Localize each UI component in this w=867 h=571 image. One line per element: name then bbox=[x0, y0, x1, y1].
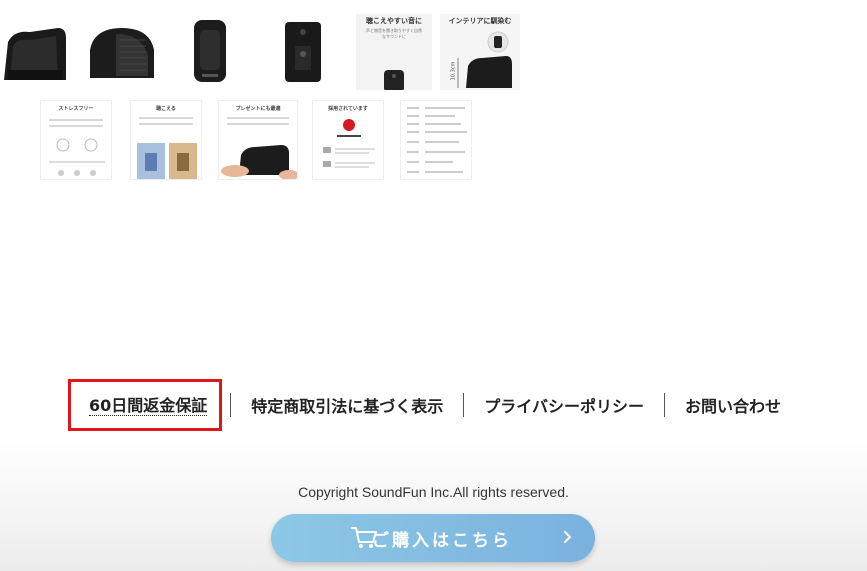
text-line bbox=[49, 125, 103, 127]
product-gallery-row-2: ストレスフリー 聴こえる プレゼントにも最適 採用されています bbox=[40, 100, 480, 182]
feature-thumbnail-hearing[interactable]: 聴こえやすい音に 声と物音を聞き取りやすく自然なサウンドに bbox=[356, 14, 432, 90]
feature-card-stress-free[interactable]: ストレスフリー bbox=[40, 100, 112, 180]
page: 聴こえやすい音に 声と物音を聞き取りやすく自然なサウンドに インテリアに馴染む … bbox=[0, 0, 867, 571]
feature-card-gift[interactable]: プレゼントにも最適 bbox=[218, 100, 298, 180]
footer-nav: 60日間返金保証 特定商取引法に基づく表示 プライバシーポリシー お問い合わせ bbox=[68, 379, 800, 431]
card-title: 採用されています bbox=[328, 106, 368, 112]
copyright-text: Copyright SoundFun Inc.All rights reserv… bbox=[298, 484, 569, 500]
nav-link-privacy-policy[interactable]: プライバシーポリシー bbox=[484, 393, 644, 417]
nav-divider bbox=[463, 393, 465, 417]
cart-icon bbox=[351, 526, 377, 555]
text-line bbox=[49, 119, 103, 121]
size-label: 10.3cm bbox=[450, 61, 457, 81]
product-thumbnail-2[interactable] bbox=[86, 20, 158, 82]
text-line bbox=[227, 117, 289, 119]
feature-card-adopted[interactable]: 採用されています bbox=[312, 100, 384, 180]
nav-link-label: 60日間返金保証 bbox=[89, 396, 208, 416]
card-title: ストレスフリー bbox=[58, 106, 94, 112]
text-line bbox=[139, 117, 193, 119]
feature-card-audible[interactable]: 聴こえる bbox=[130, 100, 202, 180]
product-thumbnail-3[interactable] bbox=[190, 14, 230, 86]
card-title: プレゼントにも最適 bbox=[235, 106, 281, 112]
nav-divider bbox=[663, 393, 665, 417]
purchase-button[interactable]: ご購入はこちら bbox=[271, 514, 595, 562]
nav-link-contact[interactable]: お問い合わせ bbox=[685, 393, 781, 417]
text-line bbox=[139, 123, 193, 125]
product-thumbnail-4[interactable] bbox=[282, 14, 324, 86]
text-line bbox=[227, 123, 289, 125]
product-thumbnail-1[interactable] bbox=[0, 14, 70, 86]
nav-divider bbox=[230, 393, 232, 417]
product-gallery-row-1: 聴こえやすい音に 声と物音を聞き取りやすく自然なサウンドに インテリアに馴染む … bbox=[0, 0, 520, 92]
card-title: 聴こえる bbox=[156, 106, 176, 112]
feature-thumbnail-interior[interactable]: インテリアに馴染む 10.3cm bbox=[440, 14, 520, 90]
purchase-button-label: ご購入はこちら bbox=[372, 530, 512, 551]
nav-link-commercial-transactions[interactable]: 特定商取引法に基づく表示 bbox=[251, 393, 443, 417]
nav-link-money-back-guarantee[interactable]: 60日間返金保証 bbox=[68, 379, 223, 431]
chevron-right-icon bbox=[563, 530, 573, 549]
feature-card-specs[interactable] bbox=[400, 100, 472, 180]
